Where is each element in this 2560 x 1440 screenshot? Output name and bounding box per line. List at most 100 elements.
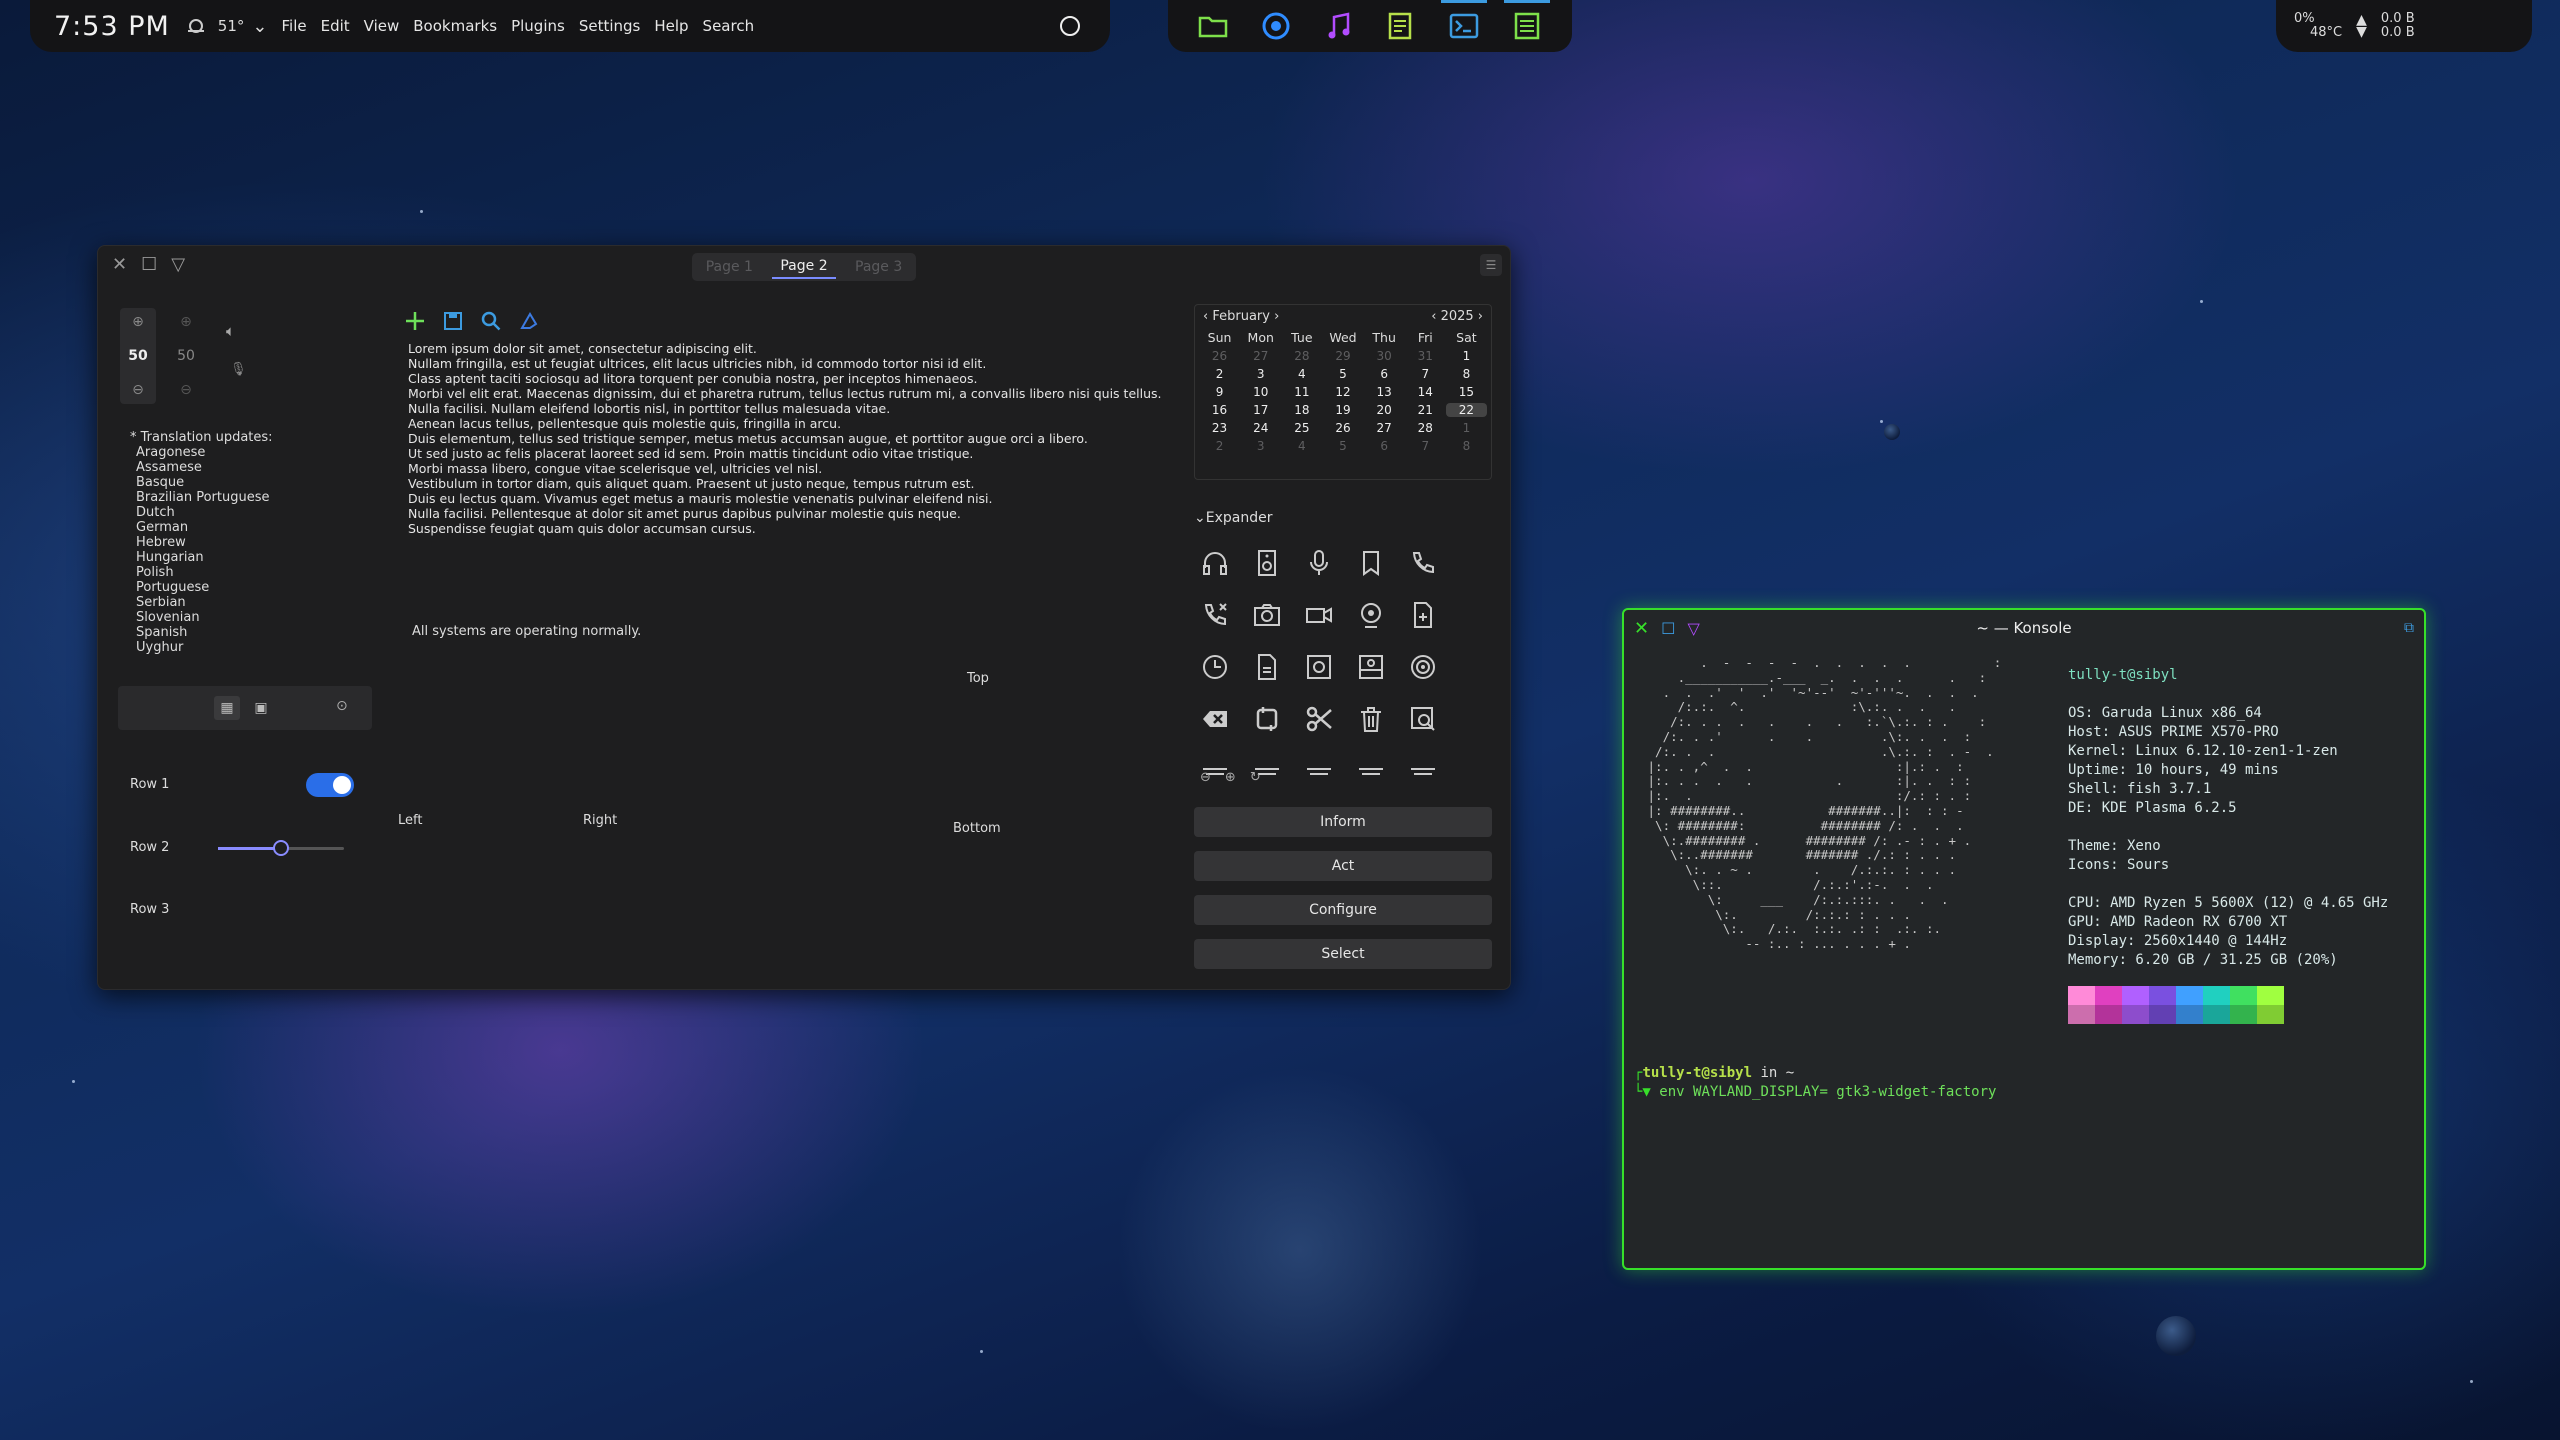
calendar-day[interactable]: 3 — [1240, 367, 1281, 381]
calendar-day[interactable]: 28 — [1281, 349, 1322, 363]
calendar-day[interactable]: 21 — [1405, 403, 1446, 417]
row2-slider[interactable] — [218, 840, 344, 856]
tab-page-3[interactable]: Page 3 — [847, 256, 910, 278]
trash-icon[interactable] — [1354, 702, 1388, 736]
document-add-icon[interactable] — [1406, 598, 1440, 632]
calendar-day[interactable]: 2 — [1199, 367, 1240, 381]
calendar[interactable]: ‹ February › ‹ 2025 › Sun Mon Tue Wed Thu Fri… — [1194, 304, 1492, 480]
menu-search[interactable]: Search — [703, 17, 755, 35]
maximize-icon[interactable]: ☐ — [141, 254, 157, 275]
webcam-icon[interactable] — [1354, 598, 1388, 632]
calendar-day[interactable]: 2 — [1199, 439, 1240, 453]
minimize-icon[interactable]: ▽ — [1687, 619, 1699, 638]
calendar-day[interactable]: 25 — [1281, 421, 1322, 435]
row1-switch[interactable] — [306, 773, 354, 797]
microphone-icon[interactable]: 🎙︎ — [230, 362, 247, 377]
tab-page-1[interactable]: Page 1 — [698, 256, 761, 278]
line-icon[interactable] — [1406, 754, 1440, 788]
select-button[interactable]: Select — [1194, 939, 1492, 969]
photo-icon[interactable] — [1302, 650, 1336, 684]
menu-plugins[interactable]: Plugins — [511, 17, 565, 35]
calendar-day[interactable]: 16 — [1199, 403, 1240, 417]
expander[interactable]: ⌄Expander — [1194, 510, 1272, 526]
settings-icon[interactable]: ⊙ — [336, 698, 348, 714]
phone-icon[interactable] — [1406, 546, 1440, 580]
calendar-day[interactable]: 31 — [1405, 349, 1446, 363]
grid-view-icon[interactable]: ▦ — [214, 696, 240, 720]
notes-icon[interactable] — [1384, 9, 1418, 43]
calendar-day[interactable]: 18 — [1281, 403, 1322, 417]
calendar-day[interactable]: 17 — [1240, 403, 1281, 417]
plus-icon[interactable]: ⊕ — [132, 314, 144, 330]
text-view[interactable]: Lorem ipsum dolor sit amet, consectetur … — [408, 341, 1268, 536]
calendar-day[interactable]: 3 — [1240, 439, 1281, 453]
headphones-icon[interactable] — [1198, 546, 1232, 580]
add-icon[interactable] — [404, 310, 426, 332]
calendar-day[interactable]: 29 — [1322, 349, 1363, 363]
menu-file[interactable]: File — [281, 17, 306, 35]
line-icon[interactable] — [1302, 754, 1336, 788]
configure-button[interactable]: Configure — [1194, 895, 1492, 925]
calendar-day[interactable]: 6 — [1364, 367, 1405, 381]
calendar-day[interactable]: 8 — [1446, 439, 1487, 453]
calendar-day[interactable]: 15 — [1446, 385, 1487, 399]
status-circle-icon[interactable] — [1060, 16, 1080, 36]
calendar-day[interactable]: 4 — [1281, 439, 1322, 453]
video-camera-icon[interactable] — [1302, 598, 1336, 632]
zoom-reset-icon[interactable]: ↻ — [1250, 770, 1261, 785]
calendar-day[interactable]: 23 — [1199, 421, 1240, 435]
calendar-day[interactable]: 13 — [1364, 385, 1405, 399]
disc-icon[interactable] — [1406, 650, 1440, 684]
calendar-day[interactable]: 19 — [1322, 403, 1363, 417]
clock[interactable]: 7:53 PM — [54, 11, 170, 42]
vertical-spinbutton[interactable]: ⊕ 50 ⊖ — [120, 308, 156, 404]
camera-icon[interactable] — [1250, 598, 1284, 632]
menu-help[interactable]: Help — [654, 17, 688, 35]
menu-bookmarks[interactable]: Bookmarks — [413, 17, 497, 35]
minimize-icon[interactable]: ▽ — [171, 254, 185, 275]
calendar-day[interactable]: 11 — [1281, 385, 1322, 399]
calendar-day[interactable]: 5 — [1322, 439, 1363, 453]
calendar-day[interactable]: 30 — [1364, 349, 1405, 363]
save-icon[interactable] — [442, 310, 464, 332]
menu-edit[interactable]: Edit — [321, 17, 350, 35]
backspace-icon[interactable] — [1198, 702, 1232, 736]
document-icon[interactable] — [1250, 650, 1284, 684]
zoom-out-icon[interactable]: ⊖ — [1200, 770, 1211, 785]
crop-icon[interactable] — [1250, 702, 1284, 736]
browser-icon[interactable] — [1259, 9, 1293, 43]
inform-button[interactable]: Inform — [1194, 807, 1492, 837]
menu-view[interactable]: View — [364, 17, 400, 35]
editor-icon[interactable] — [1503, 0, 1550, 43]
calendar-day[interactable]: 1 — [1446, 421, 1487, 435]
bookmark-icon[interactable] — [1354, 546, 1388, 580]
chevron-down-icon[interactable]: ⌄ — [252, 16, 267, 37]
slider-handle[interactable] — [273, 840, 289, 856]
find-in-page-icon[interactable] — [1406, 702, 1440, 736]
calendar-day[interactable]: 9 — [1199, 385, 1240, 399]
menu-icon[interactable]: ☰ — [1480, 254, 1502, 276]
calendar-day[interactable]: 4 — [1281, 367, 1322, 381]
microphone-icon[interactable] — [1302, 546, 1336, 580]
close-icon[interactable]: ✕ — [1634, 618, 1649, 639]
clock-icon[interactable] — [1198, 650, 1232, 684]
weather-widget[interactable]: 51° ⌄ — [184, 15, 267, 37]
terminal-icon[interactable] — [1440, 0, 1487, 43]
scanner-icon[interactable] — [1354, 650, 1388, 684]
calendar-day[interactable]: 12 — [1322, 385, 1363, 399]
speaker-icon[interactable] — [1250, 546, 1284, 580]
calendar-day[interactable]: 5 — [1322, 367, 1363, 381]
scissors-icon[interactable] — [1302, 702, 1336, 736]
terminal-menu-icon[interactable]: ⧉ — [2404, 620, 2414, 636]
month-selector[interactable]: ‹ February › — [1203, 309, 1279, 324]
calendar-day[interactable]: 20 — [1364, 403, 1405, 417]
calendar-day[interactable]: 7 — [1405, 439, 1446, 453]
calendar-day[interactable]: 28 — [1405, 421, 1446, 435]
year-selector[interactable]: ‹ 2025 › — [1431, 309, 1483, 324]
line-icon[interactable] — [1354, 754, 1388, 788]
maximize-icon[interactable]: ☐ — [1661, 619, 1675, 638]
calendar-day[interactable]: 7 — [1405, 367, 1446, 381]
calendar-day[interactable]: 22 — [1445, 403, 1487, 417]
calendar-day[interactable]: 27 — [1364, 421, 1405, 435]
calendar-day[interactable]: 8 — [1446, 367, 1487, 381]
